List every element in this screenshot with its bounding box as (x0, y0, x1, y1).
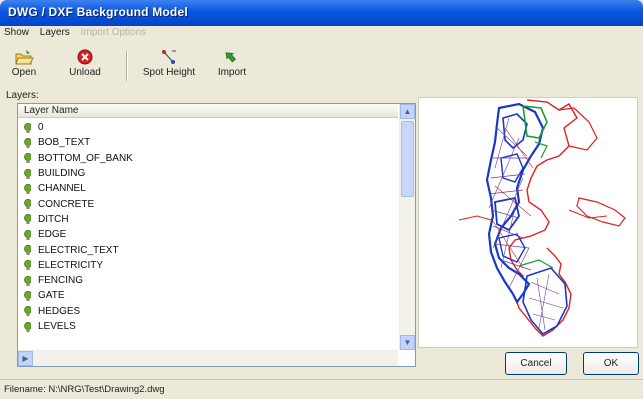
vertical-scrollbar[interactable]: ▲ ▼ (399, 104, 415, 350)
import-button[interactable]: Import (210, 45, 254, 87)
lightbulb-icon[interactable] (24, 321, 31, 332)
layer-name: CONCRETE (38, 198, 95, 210)
lightbulb-icon[interactable] (24, 245, 31, 256)
layer-list-panel: Layer Name 0 BOB_TEXT BOTTOM_OF_BANK BUILDI… (17, 103, 416, 367)
layer-name: BOTTOM_OF_BANK (38, 152, 133, 164)
lightbulb-icon[interactable] (24, 199, 31, 210)
lightbulb-icon[interactable] (24, 168, 31, 179)
layer-row[interactable]: LEVELS (18, 319, 398, 334)
lightbulb-icon[interactable] (24, 153, 31, 164)
dwg-preview-drawing (458, 99, 626, 337)
menu-show[interactable]: Show (4, 27, 29, 38)
layer-name-column-header[interactable]: Layer Name (18, 104, 398, 118)
spot-height-label: Spot Height (142, 67, 196, 78)
layer-name: CHANNEL (38, 183, 86, 195)
open-folder-icon (15, 50, 34, 65)
layer-list: 0 BOB_TEXT BOTTOM_OF_BANK BUILDING CHANNEL CO… (18, 120, 398, 351)
layer-name: 0 (38, 122, 44, 134)
lightbulb-icon[interactable] (24, 290, 31, 301)
unload-x-icon (77, 49, 93, 65)
scroll-down-arrow-icon[interactable]: ▼ (400, 335, 415, 350)
status-bar: Filename: N:\NRG\Test\Drawing2.dwg (0, 379, 643, 399)
layer-name: DITCH (38, 213, 69, 225)
layer-row[interactable]: HEDGES (18, 304, 398, 319)
layer-row[interactable]: BUILDING (18, 166, 398, 181)
status-filename: Filename: N:\NRG\Test\Drawing2.dwg (4, 384, 165, 395)
spot-height-button[interactable]: Spot Height (132, 45, 206, 87)
import-label: Import (217, 67, 247, 78)
lightbulb-icon[interactable] (24, 214, 31, 225)
layer-name: BOB_TEXT (38, 137, 91, 149)
unload-label: Unload (69, 67, 101, 78)
layer-row[interactable]: ELECTRIC_TEXT (18, 242, 398, 257)
import-arrow-icon (225, 52, 236, 63)
menu-layers[interactable]: Layers (40, 27, 70, 38)
layers-label: Layers: (6, 90, 39, 101)
open-label: Open (11, 67, 37, 78)
layer-row[interactable]: EDGE (18, 227, 398, 242)
layer-row[interactable]: BOTTOM_OF_BANK (18, 151, 398, 166)
toolbar-separator (126, 51, 128, 81)
dwg-dxf-dialog: DWG / DXF Background Model Show Layers I… (0, 0, 643, 399)
layer-row[interactable]: 0 (18, 120, 398, 135)
spot-height-icon (162, 50, 176, 64)
layer-row[interactable]: FENCING (18, 273, 398, 288)
layer-row[interactable]: CONCRETE (18, 196, 398, 211)
lightbulb-icon[interactable] (24, 183, 31, 194)
window-title: DWG / DXF Background Model (8, 5, 188, 19)
lightbulb-icon[interactable] (24, 229, 31, 240)
layer-name: BUILDING (38, 168, 86, 180)
layer-row[interactable]: BOB_TEXT (18, 135, 398, 150)
layer-name: FENCING (38, 275, 83, 287)
ok-button[interactable]: OK (583, 352, 639, 375)
unload-button[interactable]: Unload (54, 45, 116, 87)
vertical-scroll-thumb[interactable] (401, 121, 414, 197)
horizontal-scrollbar[interactable]: ◀ ▶ (18, 350, 398, 366)
lightbulb-icon[interactable] (24, 137, 31, 148)
layer-name: EDGE (38, 229, 67, 241)
menu-import-options: Import Options (80, 27, 147, 38)
layer-row[interactable]: DITCH (18, 212, 398, 227)
menu-bar: Show Layers Import Options (4, 27, 154, 43)
layer-row[interactable]: GATE (18, 288, 398, 303)
layer-name: LEVELS (38, 321, 76, 332)
scroll-up-arrow-icon[interactable]: ▲ (400, 104, 415, 119)
layer-name: ELECTRICITY (38, 259, 104, 271)
lightbulb-icon[interactable] (24, 275, 31, 286)
title-bar[interactable]: DWG / DXF Background Model (0, 0, 643, 26)
layer-name: GATE (38, 290, 65, 302)
layer-name: ELECTRIC_TEXT (38, 244, 119, 256)
layer-row[interactable]: CHANNEL (18, 181, 398, 196)
scroll-right-arrow-icon[interactable]: ▶ (18, 351, 33, 366)
layer-name: HEDGES (38, 305, 81, 317)
drawing-preview[interactable] (418, 97, 638, 348)
toolbar: Open Unload Spot Height Import (6, 45, 636, 87)
lightbulb-icon[interactable] (24, 260, 31, 271)
open-button[interactable]: Open (6, 45, 42, 87)
cancel-button[interactable]: Cancel (505, 352, 567, 375)
lightbulb-icon[interactable] (24, 122, 31, 133)
lightbulb-icon[interactable] (24, 306, 31, 317)
layer-row[interactable]: ELECTRICITY (18, 258, 398, 273)
